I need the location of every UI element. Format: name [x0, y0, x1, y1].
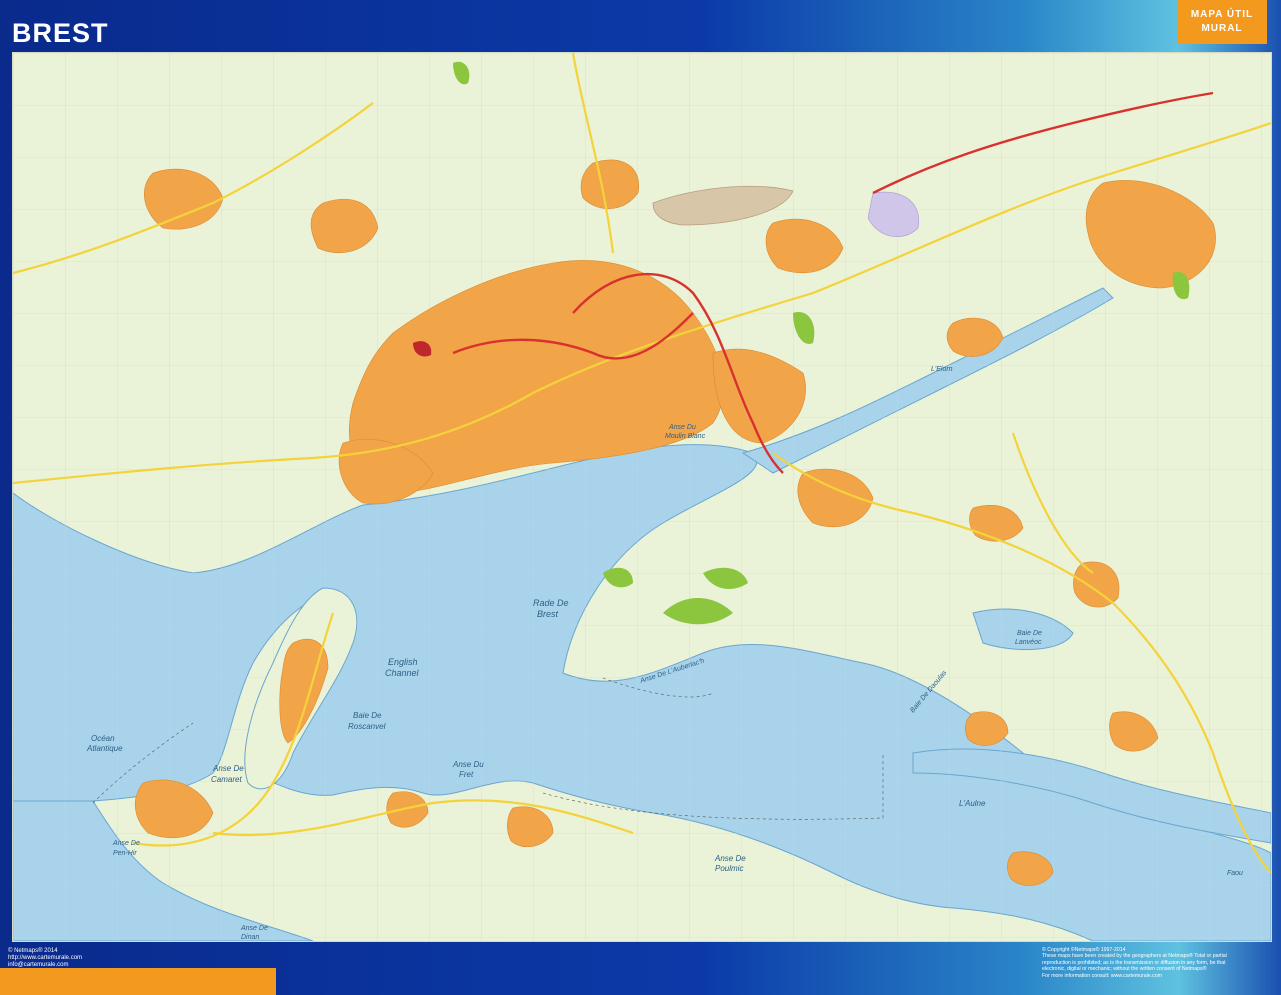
map-poster: BREST MAPA ÚTIL MURAL Rade De Brest Engl…	[0, 0, 1281, 995]
label-rade-1: Rade De	[533, 598, 569, 608]
label-dinan-1: Anse De	[240, 925, 268, 932]
label-elorn: L'Elorn	[931, 366, 953, 373]
label-faou: Faou	[1227, 870, 1243, 877]
label-camaret-2: Camaret	[211, 775, 242, 784]
label-poulmic-1: Anse De	[714, 854, 746, 863]
label-dinan-2: Dinan	[241, 934, 259, 941]
label-english-2: Channel	[385, 668, 420, 678]
label-fret-1: Anse Du	[452, 760, 484, 769]
label-penhir-1: Anse De	[112, 840, 140, 847]
label-moulin-2: Moulin Blanc	[665, 433, 706, 440]
label-penhir-2: Pen-Hir	[113, 850, 137, 857]
footer-right-line4: For more information consult: www.cartem…	[1042, 972, 1162, 979]
label-roscanvel-2: Roscanvel	[348, 722, 386, 731]
label-english-1: English	[388, 657, 418, 667]
footer-url[interactable]: http://www.cartemurale.com	[8, 955, 82, 962]
label-lanveoc-2: Lanvéoc	[1015, 639, 1042, 646]
footer-left: © Netmaps® 2014 http://www.cartemurale.c…	[8, 948, 82, 969]
label-roscanvel-1: Baie De	[353, 711, 382, 720]
label-camaret-1: Anse De	[212, 764, 244, 773]
label-poulmic-2: Poulmic	[715, 864, 743, 873]
map-canvas: Rade De Brest English Channel Baie De Ro…	[13, 53, 1271, 941]
label-ocean-2: Atlantique	[86, 744, 123, 753]
badge-line-1: MAPA ÚTIL	[1190, 9, 1254, 20]
footer-orange-bar	[0, 968, 276, 995]
map-title: BREST	[12, 18, 109, 48]
label-aulne: L'Aulne	[959, 799, 986, 808]
label-rade-2: Brest	[537, 609, 559, 619]
label-moulin-1: Anse Du	[668, 424, 696, 431]
footer-copyright: © Netmaps® 2014	[8, 948, 58, 954]
badge-line-2: MURAL	[1201, 23, 1243, 34]
footer-right: © Copyright ©Netmaps® 1997-2014 These ma…	[1042, 947, 1272, 979]
label-lanveoc-1: Baie De	[1017, 630, 1042, 637]
label-ocean-1: Océan	[91, 734, 115, 743]
map-area[interactable]: Rade De Brest English Channel Baie De Ro…	[12, 52, 1272, 942]
product-badge: MAPA ÚTIL MURAL	[1177, 0, 1267, 44]
label-fret-2: Fret	[459, 770, 474, 779]
